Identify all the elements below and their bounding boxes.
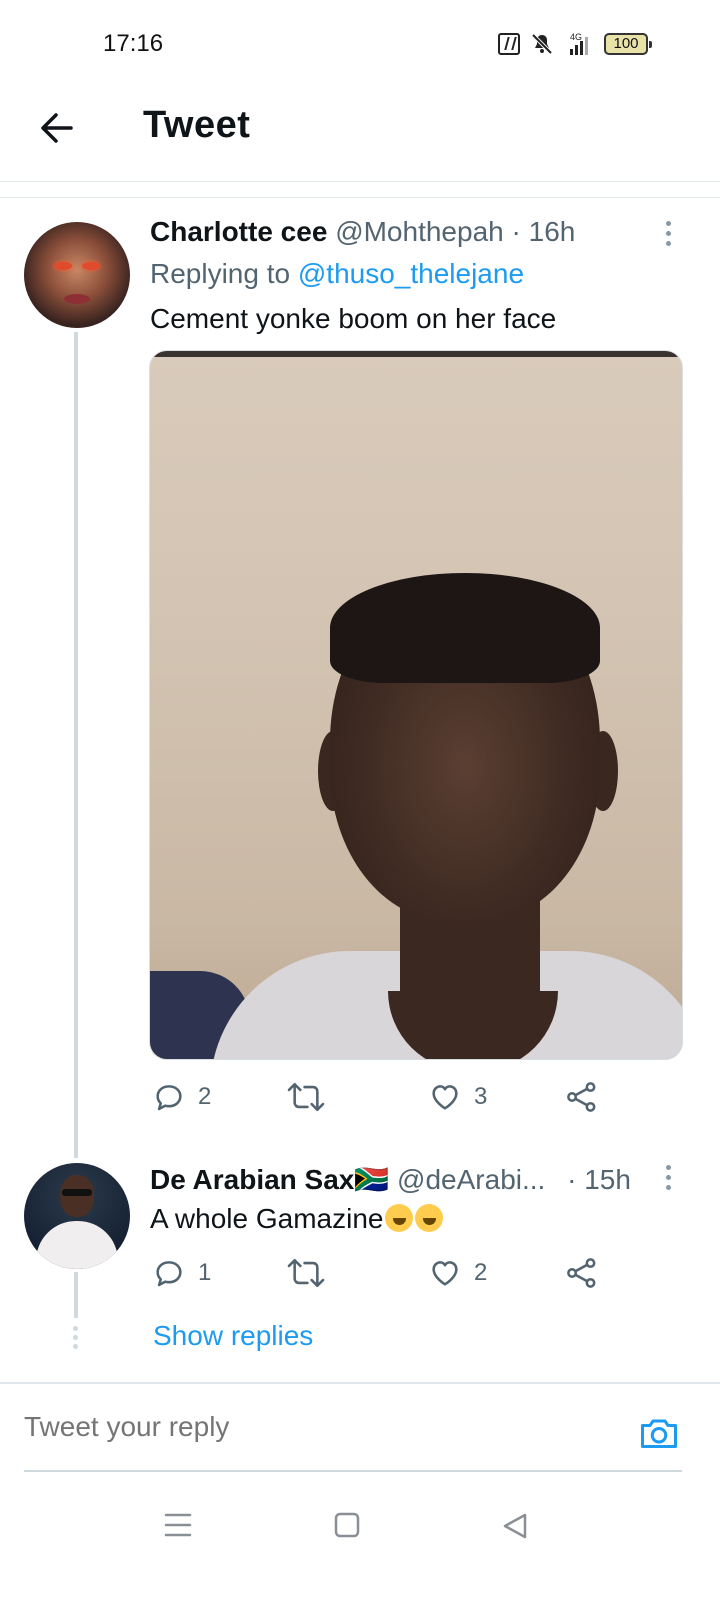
avatar[interactable] bbox=[24, 1163, 130, 1269]
user-handle[interactable]: @deArabi... bbox=[397, 1164, 545, 1195]
more-options-icon[interactable] bbox=[664, 221, 672, 246]
tweet-photo[interactable] bbox=[149, 350, 683, 1060]
user-handle[interactable]: @Mohthepah bbox=[335, 216, 504, 247]
nfc-icon bbox=[498, 33, 520, 55]
mute-icon bbox=[530, 32, 554, 56]
tweet-header: De Arabian Sax🇿🇦 @deArabi... · 15h bbox=[150, 1163, 631, 1196]
heart-icon bbox=[432, 1085, 458, 1110]
like-count: 2 bbox=[474, 1259, 488, 1286]
divider bbox=[0, 182, 720, 198]
retweet-icon bbox=[287, 1082, 325, 1112]
camera-icon bbox=[641, 1419, 677, 1448]
menu-icon bbox=[164, 1513, 192, 1537]
replying-prefix: Replying to bbox=[150, 258, 291, 289]
signal-icon: 4G bbox=[564, 31, 594, 57]
reply-button[interactable]: 2 bbox=[152, 1080, 211, 1114]
battery-icon: 100 bbox=[604, 33, 652, 55]
back-button[interactable] bbox=[34, 106, 78, 150]
reply-icon bbox=[156, 1085, 182, 1111]
tweet-header: Charlotte cee @Mohthepah · 16h bbox=[150, 216, 575, 248]
share-icon bbox=[567, 1082, 596, 1112]
heart-icon bbox=[432, 1261, 458, 1286]
home-button[interactable] bbox=[334, 1512, 360, 1543]
status-time: 17:16 bbox=[103, 30, 164, 57]
avatar[interactable] bbox=[24, 222, 130, 328]
retweet-button[interactable] bbox=[286, 1080, 338, 1114]
retweet-button[interactable] bbox=[286, 1256, 338, 1290]
replying-handle-link[interactable]: @thuso_thelejane bbox=[298, 258, 524, 289]
status-bar: 17:16 4G 100 bbox=[0, 0, 720, 92]
tweet-text-content: A whole Gamazine bbox=[150, 1203, 384, 1234]
share-button[interactable] bbox=[565, 1256, 599, 1290]
tweet-text: A whole Gamazine bbox=[150, 1203, 444, 1235]
home-square-icon bbox=[334, 1512, 360, 1538]
like-button[interactable]: 2 bbox=[428, 1256, 487, 1290]
camera-button[interactable] bbox=[638, 1414, 680, 1457]
status-icons: 4G 100 bbox=[498, 31, 652, 57]
reply-input[interactable] bbox=[24, 1384, 682, 1472]
reply-icon bbox=[156, 1261, 182, 1287]
tweet-text: Cement yonke boom on her face bbox=[150, 303, 557, 334]
page-title: Tweet bbox=[143, 104, 251, 146]
replying-to: Replying to @thuso_thelejane bbox=[150, 258, 524, 290]
arrow-left-icon bbox=[41, 113, 73, 143]
thread-dots bbox=[73, 1326, 79, 1353]
tweet-actions: 1 2 bbox=[150, 1256, 610, 1296]
share-icon bbox=[567, 1258, 596, 1288]
back-nav-button[interactable] bbox=[502, 1512, 528, 1545]
more-options-icon[interactable] bbox=[664, 1165, 672, 1190]
tweet-time: · 16h bbox=[511, 216, 576, 247]
top-bar: Tweet bbox=[0, 92, 720, 182]
menu-button[interactable] bbox=[164, 1512, 192, 1543]
like-count: 3 bbox=[474, 1083, 488, 1110]
reply-count: 2 bbox=[198, 1083, 212, 1110]
network-label: 4G bbox=[570, 32, 582, 42]
thread-line bbox=[74, 332, 78, 1158]
laughing-emoji bbox=[415, 1204, 444, 1232]
reply-button[interactable]: 1 bbox=[152, 1256, 211, 1290]
system-nav-bar bbox=[0, 1490, 720, 1600]
thread-line bbox=[74, 1272, 78, 1318]
show-replies-link[interactable]: Show replies bbox=[153, 1320, 313, 1352]
retweet-icon bbox=[287, 1258, 325, 1288]
display-name[interactable]: Charlotte cee bbox=[150, 216, 327, 247]
back-triangle-icon bbox=[503, 1513, 527, 1539]
laughing-emoji bbox=[385, 1204, 414, 1232]
reply-count: 1 bbox=[198, 1259, 212, 1286]
reply-bar bbox=[0, 1382, 720, 1474]
tweet-actions: 2 3 bbox=[150, 1080, 610, 1120]
flag-emoji: 🇿🇦 bbox=[354, 1164, 390, 1195]
like-button[interactable]: 3 bbox=[428, 1080, 487, 1114]
share-button[interactable] bbox=[565, 1080, 599, 1114]
display-name[interactable]: De Arabian Sax bbox=[150, 1164, 354, 1195]
tweet-time: · 15h bbox=[567, 1164, 631, 1195]
